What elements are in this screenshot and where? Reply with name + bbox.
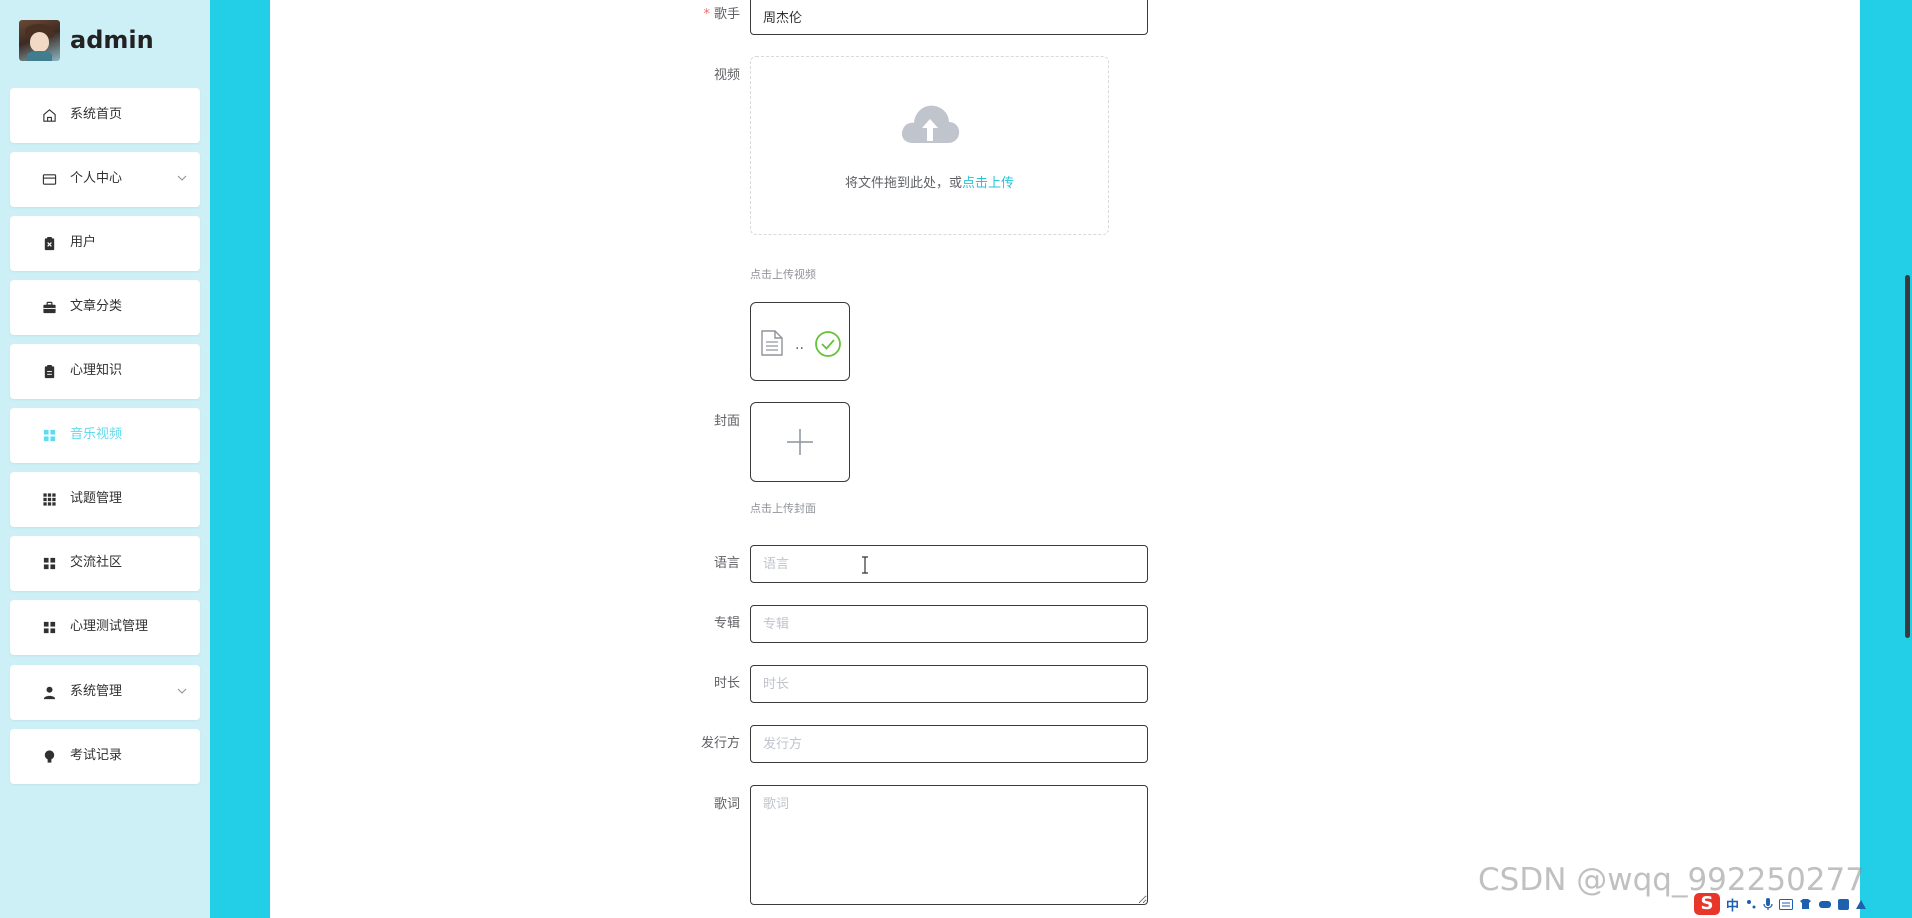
singer-label: * 歌手 xyxy=(650,5,740,25)
duration-input[interactable] xyxy=(750,665,1148,703)
punctuation-icon[interactable] xyxy=(1745,898,1757,910)
sidebar-item-psych-knowledge[interactable]: 心理知识 xyxy=(10,344,200,399)
sidebar-item-home[interactable]: 系统首页 xyxy=(10,88,200,143)
brand-name: admin xyxy=(70,26,154,54)
keyboard-icon[interactable] xyxy=(1779,898,1794,910)
sidebar-item-exam-records[interactable]: 考试记录 xyxy=(10,729,200,784)
avatar[interactable] xyxy=(19,19,60,61)
user-icon xyxy=(43,686,56,700)
singer-input[interactable] xyxy=(750,0,1148,35)
album-label: 专辑 xyxy=(713,616,740,631)
card-icon xyxy=(42,174,57,185)
lyrics-textarea[interactable] xyxy=(750,785,1148,905)
sidebar-item-label: 系统管理 xyxy=(70,684,123,699)
lyrics-label: 歌词 xyxy=(713,797,740,812)
apps-icon[interactable] xyxy=(1838,898,1850,910)
ime-mode[interactable]: 中 xyxy=(1726,895,1739,914)
video-dropzone[interactable]: 将文件拖到此处，或点击上传 xyxy=(750,56,1109,235)
cover-upload-button[interactable] xyxy=(750,402,850,482)
form-panel: *歌手 视频 将文件拖到此处，或点击上传 点击上传视频 .. 封面 点击上 xyxy=(270,0,1860,918)
chevron-down-icon xyxy=(177,688,187,694)
required-mark: * xyxy=(703,7,710,22)
briefcase-icon xyxy=(43,301,56,314)
dropzone-text: 将文件拖到此处，或点击上传 xyxy=(751,172,1108,191)
clipboard-x-icon xyxy=(44,236,55,251)
brand: admin xyxy=(19,19,154,61)
grid-icon xyxy=(43,621,56,634)
bulb-icon xyxy=(44,750,55,763)
sidebar-item-question-manage[interactable]: 试题管理 xyxy=(10,472,200,527)
video-label: 视频 xyxy=(713,68,740,83)
cover-label: 封面 xyxy=(713,414,740,429)
grid-icon xyxy=(43,429,56,442)
click-upload-link[interactable]: 点击上传 xyxy=(962,176,1014,191)
ime-toolbar: S 中 xyxy=(1694,893,1912,915)
sidebar-item-label: 心理知识 xyxy=(70,363,123,378)
language-input[interactable] xyxy=(750,545,1148,583)
home-icon xyxy=(43,109,56,122)
scrollbar-thumb[interactable] xyxy=(1905,275,1910,638)
publisher-input[interactable] xyxy=(750,725,1148,763)
microphone-icon[interactable] xyxy=(1763,897,1773,911)
duration-label: 时长 xyxy=(713,676,740,691)
text-cursor-icon xyxy=(862,556,868,574)
sidebar-item-personal-center[interactable]: 个人中心 xyxy=(10,152,200,207)
dropzone-instruction: 将文件拖到此处，或 xyxy=(844,176,962,191)
language-label: 语言 xyxy=(713,556,740,571)
game-icon[interactable] xyxy=(1818,898,1832,910)
sidebar-item-label: 试题管理 xyxy=(70,491,123,506)
album-input[interactable] xyxy=(750,605,1148,643)
sogou-logo-icon[interactable]: S xyxy=(1694,893,1720,915)
clipboard-icon xyxy=(44,364,55,379)
sidebar: admin 系统首页 个人中心 用户 文章分类 心理知识 音乐视频 试题管理 交… xyxy=(0,0,210,918)
sidebar-item-article-category[interactable]: 文章分类 xyxy=(10,280,200,335)
sidebar-item-label: 心理测试管理 xyxy=(70,619,149,634)
shirt-icon[interactable] xyxy=(1799,898,1812,910)
toolbox-icon[interactable] xyxy=(1855,898,1867,910)
sidebar-item-label: 考试记录 xyxy=(70,748,123,763)
chevron-down-icon xyxy=(177,175,187,181)
sidebar-item-system-manage[interactable]: 系统管理 xyxy=(10,665,200,720)
cover-upload-tip: 点击上传封面 xyxy=(750,502,816,515)
sidebar-item-label: 用户 xyxy=(70,235,97,250)
sidebar-item-label: 交流社区 xyxy=(70,555,123,570)
sidebar-item-community[interactable]: 交流社区 xyxy=(10,536,200,591)
sidebar-item-label: 个人中心 xyxy=(70,171,123,186)
sidebar-item-label: 文章分类 xyxy=(70,299,123,314)
sidebar-item-user[interactable]: 用户 xyxy=(10,216,200,271)
publisher-label: 发行方 xyxy=(700,736,740,751)
singer-label-text: 歌手 xyxy=(713,7,740,22)
cloud-upload-icon xyxy=(901,105,960,143)
plus-icon xyxy=(787,429,813,455)
check-circle-icon xyxy=(815,331,841,357)
grid-icon xyxy=(43,557,56,570)
sidebar-item-label: 系统首页 xyxy=(70,107,123,122)
uploaded-video-file[interactable]: .. xyxy=(750,302,850,381)
sidebar-item-music-video[interactable]: 音乐视频 xyxy=(10,408,200,463)
sidebar-item-psych-test-manage[interactable]: 心理测试管理 xyxy=(10,600,200,655)
sidebar-item-label: 音乐视频 xyxy=(70,427,123,442)
document-icon xyxy=(761,330,783,356)
file-name: .. xyxy=(795,337,804,353)
video-upload-tip: 点击上传视频 xyxy=(750,268,816,281)
grid-9-icon xyxy=(43,493,56,506)
